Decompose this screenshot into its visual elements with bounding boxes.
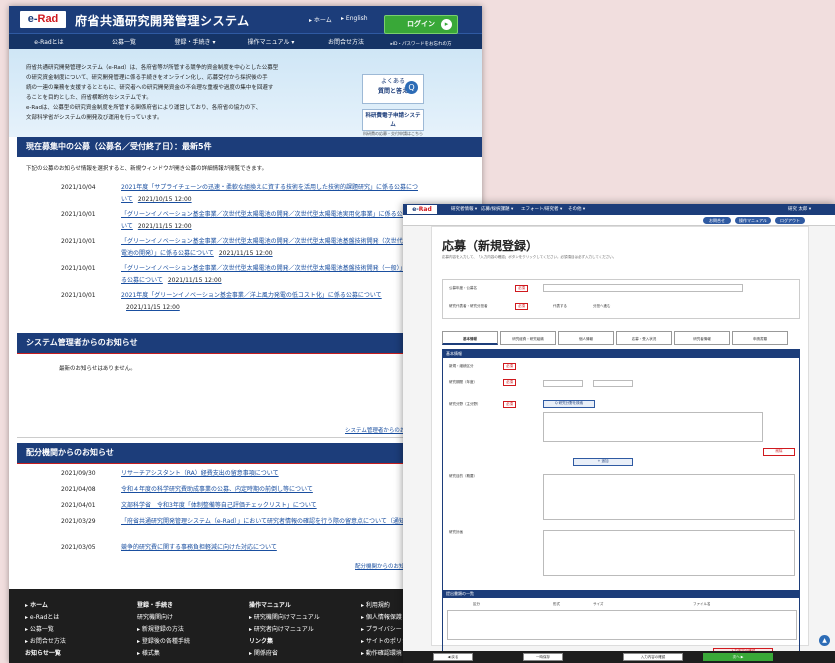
plan-textarea[interactable] [543, 530, 795, 576]
tab-status[interactable]: 応募・受入状況 [616, 331, 672, 345]
login-button[interactable]: ログイン ▸ [384, 15, 458, 34]
contact-pill[interactable]: お問合せ [703, 217, 731, 224]
nav-registration[interactable]: 登録・手続き ▾ [159, 37, 231, 46]
radio-representative[interactable]: 代表する [553, 304, 567, 309]
user-menu[interactable]: 研究 太郎 ▾ [788, 206, 811, 212]
nav-about[interactable]: e-Radとは [9, 37, 89, 46]
logout-pill[interactable]: ログアウト [775, 217, 805, 224]
delete-button[interactable]: 削除 [763, 448, 795, 456]
e-rad-logo[interactable]: e-Rad [20, 11, 66, 28]
bottom-action-bar: ◀ 戻る 一時保存 入力内容の確認 次へ ▶ [403, 651, 835, 663]
e-rad-logo[interactable]: e-Rad [407, 205, 437, 214]
field-list [543, 412, 763, 442]
recruit-row[interactable]: 2021/10/01 「グリーンイノベーション基金事業／次世代型太陽電池の開発／… [61, 236, 421, 260]
english-link[interactable]: ▸ English [341, 15, 368, 22]
recruit-description: 下記の公募のお知らせ情報を選択すると、新規ウィンドウが開き公募の詳細情報が閲覧で… [26, 166, 268, 172]
save-draft-button[interactable]: 一時保存 [523, 653, 563, 661]
nav-other[interactable]: その他 ▾ [568, 206, 585, 212]
intro-panel: 府省共通研究開発管理システム（e-Rad）は、各府省等が所管する競争的資金制度を… [9, 49, 482, 137]
required-badge: 必須 [515, 303, 528, 310]
arrow-right-icon: ▸ [441, 19, 452, 30]
site-title: 府省共通研究開発管理システム [75, 14, 250, 28]
document-table [447, 610, 797, 640]
year-start-field[interactable] [543, 380, 583, 387]
section-heading: 基本情報 [443, 350, 799, 358]
form-instructions: 応募内容を入力して、「入力内容の確認」ボタンをクリックしてください。必須項目は必… [442, 255, 617, 259]
recruit-name-field[interactable] [543, 284, 743, 292]
manual-pill[interactable]: 操作マニュアル [735, 217, 771, 224]
recruit-row[interactable]: 2021/10/01 「グリーンイノベーション基金事業／次世代型太陽電池の開発／… [61, 209, 421, 233]
confirm-input-button[interactable]: 入力内容の確認 [623, 653, 683, 661]
nav-researcher[interactable]: 研究者情報 ▾ [451, 206, 477, 212]
recruit-row[interactable]: 2021/10/01 「グリーンイノベーション基金事業／次世代型太陽電池の開発／… [61, 263, 418, 287]
add-button[interactable]: + 追加 [573, 458, 633, 466]
forgot-password-link[interactable]: ▸ID・パスワードをお忘れの方 [384, 41, 458, 49]
sub-toolbar: お問合せ 操作マニュアル ログアウト [403, 215, 835, 226]
recruit-row[interactable]: 2021/10/01 2021年度「グリーンイノベーション基金事業／洋上風力発電… [61, 290, 391, 314]
nav-contact[interactable]: お問合せ方法 [311, 37, 381, 46]
nav-application[interactable]: 応募/採択課題 ▾ [481, 206, 513, 212]
back-button[interactable]: ◀ 戻る [433, 653, 473, 661]
faq-banner[interactable]: よくある 質問と答え Q [362, 74, 424, 104]
footer-column: ▸ ホーム ▸ e-Radとは ▸ 公募一覧 ▸ お問合せ方法 お知らせ一覧 [25, 602, 66, 657]
scroll-top-button[interactable]: ▲ [819, 635, 830, 646]
agency-row[interactable]: 2021/09/30 リサーチアシスタント（RA）経費支出の留意事項について [61, 468, 391, 480]
nav-manual[interactable]: 操作マニュアル ▾ [231, 37, 311, 46]
tab-personal[interactable]: 個人情報 [558, 331, 614, 345]
footer-column: 操作マニュアル ▸ 研究機関向けマニュアル ▸ 研究者向けマニュアル リンク集 … [249, 602, 320, 657]
agency-row[interactable]: 2021/04/01 文部科学省 令和3年度「体制整備等自己評価チェックリスト」に… [61, 500, 391, 512]
year-end-field[interactable] [593, 380, 633, 387]
recruit-row[interactable]: 2021/10/04 2021年度「サプライチェーンの迅速・柔軟な組換えに資する… [61, 182, 418, 206]
radio-share[interactable]: 分担へ進む [593, 304, 611, 309]
tab-documents[interactable]: 申請書類 [732, 331, 788, 345]
kakenhi-banner[interactable]: 科研費電子申請システム 科研費の応募・交付申請はこちら [362, 109, 424, 136]
nav-recruit-list[interactable]: 公募一覧 [89, 37, 159, 46]
next-button[interactable]: 次へ ▶ [703, 653, 773, 661]
footer-column: 登録・手続き 研究機関向け ▸ 新規登録の方法 ▸ 登録後の各種手続 ▸ 様式集 [137, 602, 190, 657]
basic-info-box: 公募年度・公募名 必須 研究代表者・研究分担者 必須 代表する 分担へ進む [442, 279, 800, 319]
agency-row[interactable]: 2021/04/08 令和４年度の科学研究費助成事業の公募、内定時期の前倒し等につ… [61, 484, 391, 496]
tab-researcher[interactable]: 研究者情報 [674, 331, 730, 345]
field-search-button[interactable]: Q 研究分野を検索 [543, 400, 595, 408]
page-title: 応募（新規登録） [442, 239, 539, 253]
home-link[interactable]: ▸ ホーム [309, 15, 332, 24]
recruit-heading: 現在募集中の公募（公募名／受付終了日）：最新5件 [17, 137, 482, 157]
form-content: 応募（新規登録） 応募内容を入力して、「入力内容の確認」ボタンをクリックしてくだ… [431, 226, 809, 663]
question-icon: Q [405, 81, 418, 94]
purpose-textarea[interactable] [543, 474, 795, 520]
agency-row[interactable]: 2021/03/05 競争的研究費に関する事務負担軽減に向けた対応について [61, 542, 391, 554]
agency-row[interactable]: 2021/03/29 「府省共通研究開発管理システム（e-Rad）」において研究者… [61, 516, 411, 540]
app-header: e-Rad 研究者情報 ▾ 応募/採択課題 ▾ エフォート/研究者 ▾ その他 … [403, 204, 835, 215]
tab-budget[interactable]: 研究経費・研究組織 [500, 331, 556, 345]
basic-info-panel: 基本情報 新規・継続区分 必須 研究期間（年度） 必須 研究分野（主分野） 必須… [442, 349, 800, 663]
application-form-page: e-Rad 研究者情報 ▾ 応募/採択課題 ▾ エフォート/研究者 ▾ その他 … [403, 204, 835, 663]
tab-basic[interactable]: 基本情報 [442, 331, 498, 345]
intro-text: 府省共通研究開発管理システム（e-Rad）は、各府省等が所管する競争的資金制度を… [26, 65, 279, 121]
section-heading: 提出書類の一覧 [443, 590, 799, 598]
nav-effort[interactable]: エフォート/研究者 ▾ [521, 206, 562, 212]
admin-empty-message: 最新のお知らせはありません。 [59, 366, 136, 372]
required-badge: 必須 [515, 285, 528, 292]
